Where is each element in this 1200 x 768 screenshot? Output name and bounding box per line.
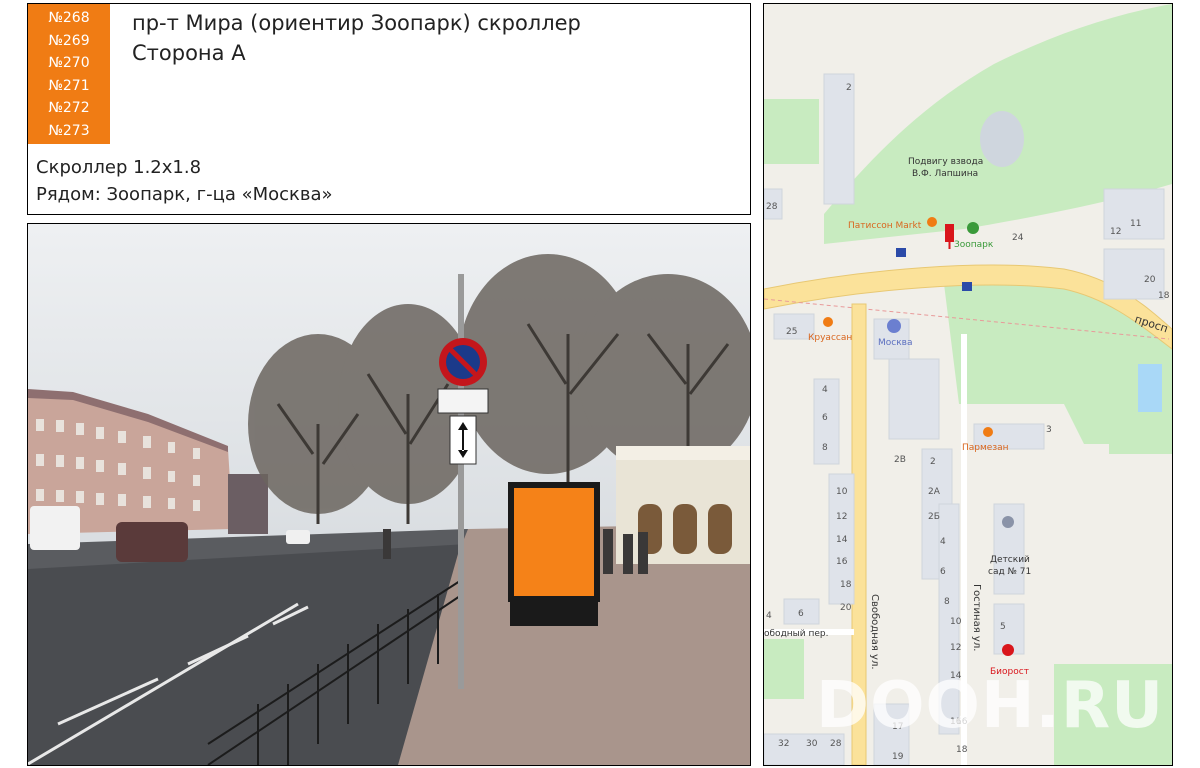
monument-label: В.Ф. Лапшина xyxy=(912,169,978,179)
hotel-icon xyxy=(887,319,901,333)
parmezan-label: Пармезан xyxy=(962,443,1009,453)
house-number: 18 xyxy=(956,745,968,755)
kindergarten-label: сад № 71 xyxy=(988,567,1031,577)
house-number: 8 xyxy=(944,597,950,607)
side-line: Сторона А xyxy=(132,41,246,65)
monument-label: Подвигу взвода xyxy=(908,157,983,167)
gostinaya-label: Гостиная ул. xyxy=(971,584,982,651)
zoo-icon xyxy=(967,222,979,234)
location-map: 2 28 24 12 11 20 18 25 4 6 8 3 2В 2 2А 2… xyxy=(763,3,1173,766)
house-number: 20 xyxy=(840,603,852,613)
cafe-icon xyxy=(927,217,937,227)
house-number: 4 xyxy=(940,537,946,547)
bakery-icon xyxy=(823,317,833,327)
house-number: 4 xyxy=(766,611,772,621)
map-canvas: 2 28 24 12 11 20 18 25 4 6 8 3 2В 2 2А 2… xyxy=(764,4,1172,765)
house-number: 2А xyxy=(928,487,941,497)
zoo-pond xyxy=(980,111,1024,167)
distant-building xyxy=(228,474,268,534)
surface-code: №270 xyxy=(48,55,90,71)
address-line: пр-т Мира (ориентир Зоопарк) скроллер xyxy=(132,11,581,35)
tow-truck-sign xyxy=(437,388,489,414)
house-number: 10 xyxy=(836,487,848,497)
house-number: 12 xyxy=(950,643,961,653)
surface-code: №272 xyxy=(48,100,90,116)
house-number: 8 xyxy=(822,443,828,453)
bus-stop-icon xyxy=(896,248,906,257)
photo-illustration xyxy=(28,224,750,765)
header-panel: №268 №269 №270 №271 №272 №273 пр-т Мира … xyxy=(27,3,751,215)
patisson-label: Патиссон Markt xyxy=(848,221,922,231)
bus-stop-icon xyxy=(962,282,972,291)
house-number: 12 xyxy=(836,512,847,522)
house-number: 2Б xyxy=(928,512,940,522)
house-number: 25 xyxy=(786,327,797,337)
house-number: 2 xyxy=(930,457,936,467)
house-number: 18 xyxy=(840,580,852,590)
surface-code: №271 xyxy=(48,77,90,94)
house-number: 12 xyxy=(1110,227,1121,237)
pharmacy-icon xyxy=(1002,644,1014,656)
surface-code: №268 xyxy=(48,10,90,26)
house-number: 28 xyxy=(766,202,778,212)
restaurant-icon xyxy=(983,427,993,437)
surface-code: №273 xyxy=(48,122,90,139)
house-number: 2 xyxy=(846,83,852,93)
format-line: Скроллер 1.2х1.8 xyxy=(36,157,202,178)
white-van xyxy=(30,506,80,550)
park-area xyxy=(764,639,804,699)
house-number: 10 xyxy=(950,617,962,627)
house-number: 6 xyxy=(940,567,946,577)
house-number: 20 xyxy=(1144,275,1156,285)
scroller-base xyxy=(510,602,598,626)
pavilion-windows xyxy=(638,504,732,554)
watermark: DOOH.RU xyxy=(816,669,1165,743)
house-number: 2В xyxy=(894,455,906,465)
house-number: 5 xyxy=(1000,622,1006,632)
white-car xyxy=(286,530,310,544)
house-number: 19 xyxy=(892,752,904,762)
pavilion-cornice xyxy=(616,446,750,460)
house-number: 18 xyxy=(1158,291,1170,301)
house-number: 6 xyxy=(798,609,804,619)
house-number: 6 xyxy=(822,413,828,423)
pond xyxy=(1138,364,1162,412)
park-area xyxy=(764,99,819,164)
zoo-label: Зоопарк xyxy=(954,240,994,250)
park-area xyxy=(1099,114,1172,179)
house-number: 14 xyxy=(836,535,848,545)
svobodny-lane-label: ободный пер. xyxy=(764,629,828,639)
croissant-label: Круассан xyxy=(808,333,852,343)
nearby-line: Рядом: Зоопарк, г-ца «Москва» xyxy=(36,184,333,205)
location-photo xyxy=(27,223,751,766)
house-number: 3 xyxy=(1046,425,1052,435)
house-number: 11 xyxy=(1130,219,1141,229)
kindergarten-icon xyxy=(1002,516,1014,528)
scroller-ad-surface xyxy=(514,488,594,596)
house-number: 32 xyxy=(778,739,789,749)
kindergarten-label: Детский xyxy=(990,555,1030,565)
house-number: 4 xyxy=(822,385,828,395)
location-title: пр-т Мира (ориентир Зоопарк) скроллер Ст… xyxy=(132,8,581,68)
surface-info: Скроллер 1.2х1.8 Рядом: Зоопарк, г-ца «М… xyxy=(36,154,333,208)
sign-pole xyxy=(458,274,464,689)
surface-code: №269 xyxy=(48,32,90,49)
house-number: 16 xyxy=(836,557,848,567)
surface-codes: №268 №269 №270 №271 №272 №273 xyxy=(28,4,110,144)
red-pickup xyxy=(116,522,188,562)
moskva-label: Москва xyxy=(878,338,912,348)
scroller-location-marker xyxy=(945,224,954,242)
svobodnaya-label: Свободная ул. xyxy=(869,594,880,670)
house-number: 24 xyxy=(1012,233,1024,243)
